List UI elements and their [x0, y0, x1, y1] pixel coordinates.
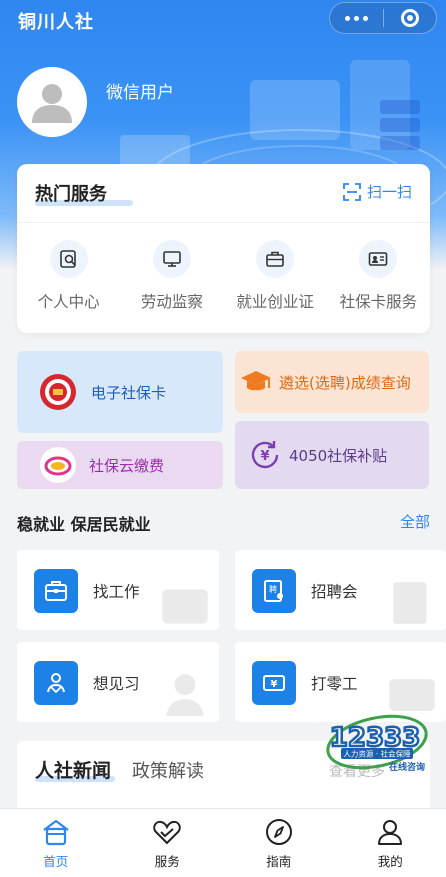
recruit-watermark-icon	[393, 582, 427, 624]
yen-refresh-icon: ¥	[251, 441, 279, 469]
tab-services[interactable]: 服务	[112, 809, 224, 877]
service-employment-cert[interactable]: 就业创业证	[224, 240, 327, 312]
scan-icon	[343, 182, 361, 201]
svg-text:¥: ¥	[260, 449, 269, 464]
tab-label: 首页	[43, 854, 69, 869]
user-name[interactable]: 微信用户	[106, 78, 174, 103]
tab-hr-news[interactable]: 人社新闻	[35, 756, 111, 783]
cloud-pay-icon	[40, 447, 76, 483]
toolbox-icon	[34, 569, 78, 613]
svg-text:聘: 聘	[269, 584, 277, 594]
compass-icon	[265, 819, 292, 845]
title-bar: 铜川人社	[0, 0, 446, 36]
person-icon	[378, 820, 403, 845]
tab-label: 服务	[154, 854, 180, 869]
yen-ticket-icon: ¥	[252, 661, 296, 705]
hot-services-grid: 个人中心 劳动监察 就业创业证 社保卡服务	[17, 240, 430, 312]
job-label: 找工作	[93, 583, 140, 601]
service-label: 个人中心	[37, 293, 100, 311]
tile-label: 遴选(选聘)成绩查询	[279, 373, 411, 392]
job-find-work[interactable]: 找工作	[17, 550, 219, 630]
tab-home[interactable]: 首页	[0, 809, 112, 877]
tab-guide[interactable]: 指南	[223, 809, 335, 877]
hotline-logo-icon: 12333 人力资源 · 社会保障 在线咨询	[326, 714, 428, 773]
hotline-consult-label: 在线咨询	[389, 761, 425, 773]
more-menu-button[interactable]	[330, 3, 383, 33]
toolbox-watermark-icon	[162, 589, 208, 624]
briefcase-icon	[256, 240, 295, 278]
user-silhouette-icon	[32, 84, 72, 123]
graduation-cap-icon	[241, 371, 271, 391]
service-label: 劳动监察	[140, 293, 203, 311]
mentor-icon	[34, 661, 78, 705]
job-job-fair[interactable]: 聘 招聘会	[235, 550, 446, 630]
service-label: 就业创业证	[236, 293, 314, 311]
job-internship[interactable]: 想见习	[17, 642, 219, 722]
scan-button[interactable]: 扫一扫	[343, 181, 412, 202]
hotline-subtitle: 人力资源 · 社会保障	[343, 749, 411, 759]
tile-label: 电子社保卡	[91, 383, 167, 402]
bottom-tab-bar: 首页 服务 指南 我的	[0, 808, 446, 877]
app-title: 铜川人社	[18, 12, 94, 33]
service-personal-center[interactable]: 个人中心	[17, 240, 120, 312]
tile-exam-score-query[interactable]: 遴选(选聘)成绩查询	[235, 351, 429, 413]
tile-cloud-payment[interactable]: 社保云缴费	[17, 441, 223, 489]
service-social-card[interactable]: 社保卡服务	[327, 240, 430, 312]
monitor-icon	[152, 240, 191, 278]
view-all-link[interactable]: 全部	[400, 511, 430, 532]
tab-label: 指南	[266, 854, 292, 869]
id-card-icon	[359, 240, 398, 278]
recruit-poster-icon: 聘	[252, 569, 296, 613]
employment-section-title: 稳就业 保居民就业	[17, 515, 151, 534]
close-program-button[interactable]	[384, 3, 436, 33]
hot-services-card: 热门服务 扫一扫 个人中心 劳动监察 就业创业证 社保卡服务	[17, 164, 430, 333]
service-label: 社保卡服务	[339, 293, 418, 311]
mentor-watermark-icon	[166, 674, 204, 716]
social-security-emblem-icon	[40, 374, 76, 410]
hotline-12333-badge[interactable]: 12333 人力资源 · 社会保障 在线咨询	[323, 708, 431, 776]
scan-label: 扫一扫	[366, 183, 412, 201]
tab-mine[interactable]: 我的	[335, 809, 446, 877]
avatar[interactable]	[17, 67, 87, 137]
search-doc-icon	[49, 240, 88, 278]
tab-label: 我的	[377, 854, 403, 869]
home-icon	[43, 819, 69, 846]
hot-services-title: 热门服务	[35, 184, 107, 205]
job-label: 打零工	[311, 675, 358, 693]
tile-label: 4050社保补贴	[289, 446, 388, 465]
divider	[17, 222, 430, 223]
service-labor-inspection[interactable]: 劳动监察	[120, 240, 223, 312]
mini-program-capsule	[329, 2, 437, 34]
job-label: 招聘会	[311, 583, 358, 601]
svg-text:¥: ¥	[271, 679, 278, 690]
tile-label: 社保云缴费	[89, 456, 165, 475]
job-label: 想见习	[93, 675, 140, 693]
heart-hands-icon	[153, 820, 182, 845]
target-icon	[400, 9, 419, 27]
tile-4050-subsidy[interactable]: ¥ 4050社保补贴	[235, 421, 429, 489]
tile-electronic-social-card[interactable]: 电子社保卡	[17, 351, 223, 433]
tab-policy-interpretation[interactable]: 政策解读	[132, 757, 204, 783]
